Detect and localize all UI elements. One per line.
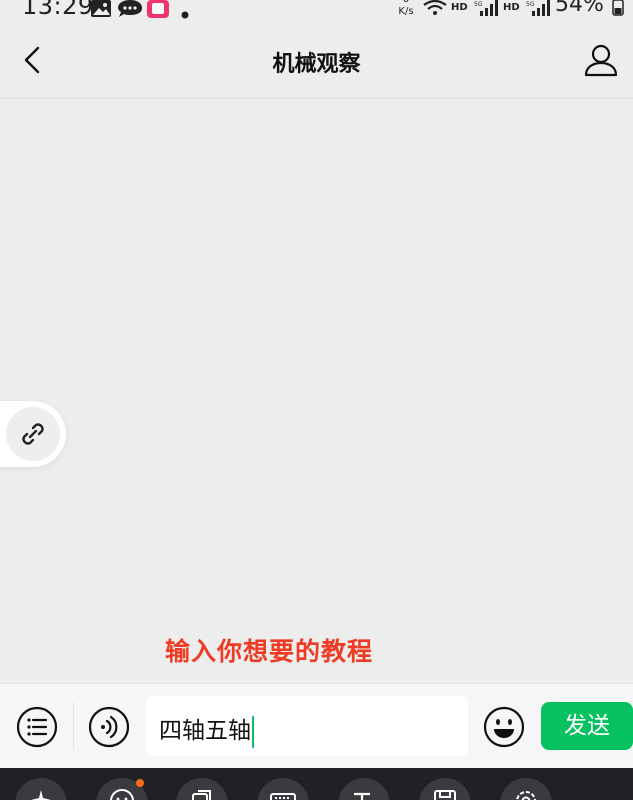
- link-button[interactable]: [6, 407, 60, 461]
- menu-list-icon: [16, 706, 58, 748]
- kb-keyboard-button[interactable]: [257, 778, 309, 800]
- save-icon: [434, 790, 456, 800]
- settings-icon: [516, 791, 536, 800]
- send-button[interactable]: 发送: [541, 702, 633, 750]
- message-input-text: 四轴五轴: [159, 711, 254, 748]
- message-input[interactable]: 四轴五轴: [146, 696, 468, 756]
- sparkle-icon: [31, 790, 51, 800]
- status-time: 13:29: [22, 0, 94, 20]
- network-speed: 0 K/s: [398, 0, 414, 17]
- text-caret: [252, 715, 254, 748]
- text-icon: [354, 792, 370, 800]
- clipboard-icon: [192, 790, 211, 800]
- kb-clipboard-button[interactable]: [176, 778, 228, 800]
- gallery-notification-icon: [90, 0, 112, 22]
- emoji-icon: [483, 706, 525, 748]
- keyboard-icon: [270, 793, 296, 800]
- nav-bar: 机械观察: [0, 24, 633, 99]
- app-notification-icon: [147, 0, 169, 22]
- more-notifications-dot: [181, 4, 189, 23]
- kb-save-button[interactable]: [419, 778, 471, 800]
- hint-text: 输入你想要的教程: [164, 637, 373, 666]
- hd-label-1: HD: [451, 2, 468, 13]
- smiley-icon: [110, 789, 134, 800]
- kb-ai-button[interactable]: [15, 778, 67, 800]
- link-icon: [22, 423, 44, 445]
- kb-settings-button[interactable]: [500, 778, 552, 800]
- input-bar: 四轴五轴 发送: [0, 683, 633, 769]
- emoji-button[interactable]: [483, 706, 525, 748]
- hd-label-2: HD: [503, 2, 520, 13]
- profile-icon: [584, 44, 618, 77]
- link-float-panel: [0, 401, 66, 467]
- page-title: 机械观察: [272, 52, 361, 77]
- keyboard-toolbar: [0, 768, 633, 800]
- status-bar: 13:29 0 K/s HD 5G HD 5G 54%: [0, 0, 633, 24]
- menu-button[interactable]: [16, 706, 58, 748]
- divider: [73, 702, 74, 750]
- battery-icon: [612, 0, 624, 20]
- wifi-icon: [422, 0, 448, 20]
- signal-icon-1: 5G: [474, 0, 498, 20]
- voice-button[interactable]: [88, 706, 130, 748]
- profile-button[interactable]: [580, 40, 622, 82]
- notification-dot: [136, 779, 144, 787]
- message-notification-icon: [117, 0, 143, 22]
- kb-text-button[interactable]: [338, 778, 390, 800]
- battery-percent: 54%: [555, 0, 604, 17]
- svg-text:5G: 5G: [474, 1, 483, 8]
- svg-text:5G: 5G: [526, 1, 535, 8]
- voice-icon: [88, 706, 130, 748]
- signal-icon-2: 5G: [526, 0, 550, 20]
